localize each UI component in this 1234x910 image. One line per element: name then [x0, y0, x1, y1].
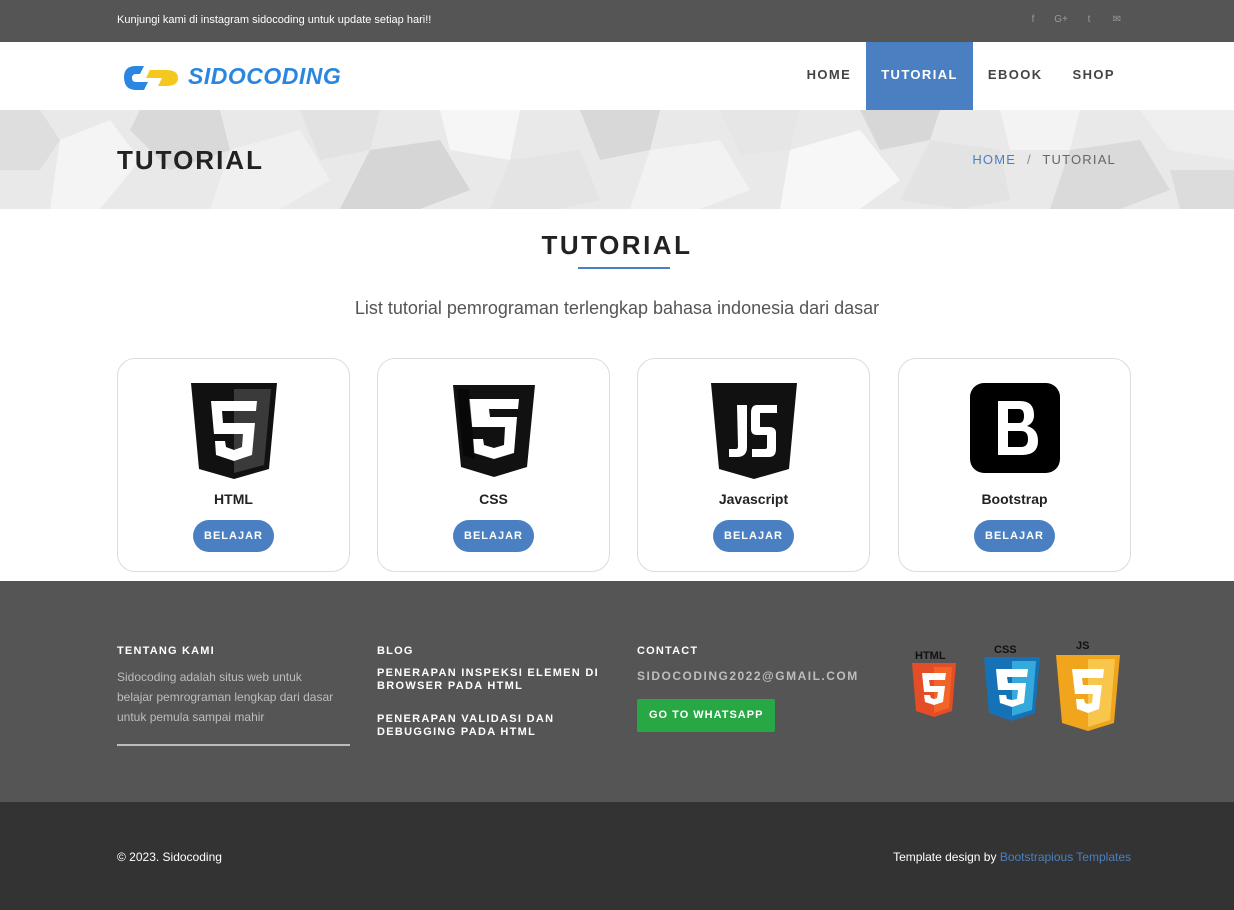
footer-about: TENTANG KAMI Sidocoding adalah situs web… [117, 645, 350, 746]
facebook-icon[interactable]: f [1026, 13, 1040, 27]
nav-shop[interactable]: SHOP [1058, 42, 1130, 110]
section-title: TUTORIAL [541, 230, 693, 260]
breadcrumb-current: TUTORIAL [1042, 152, 1116, 167]
sidocoding-logo-icon [124, 66, 178, 90]
belajar-button[interactable]: BELAJAR [453, 520, 534, 552]
css3-badge-label: CSS [994, 644, 1017, 656]
email-icon[interactable]: ✉ [1110, 13, 1124, 27]
belajar-button[interactable]: BELAJAR [713, 520, 794, 552]
footer-divider [117, 744, 350, 746]
css3-badge-icon: CSS [984, 644, 1040, 721]
footer-blog: BLOG PENERAPAN INSPEKSI ELEMEN DI BROWSE… [377, 645, 607, 739]
css3-icon [452, 385, 535, 477]
card-title: HTML [214, 491, 253, 507]
brand-logo[interactable]: SIDOCODING [122, 60, 341, 92]
page-title: TUTORIAL [117, 145, 264, 175]
html5-badge-label: HTML [915, 650, 946, 662]
navbar: SIDOCODING HOME TUTORIAL EBOOK SHOP [0, 42, 1234, 110]
footer-about-text: Sidocoding adalah situs web untuk belaja… [117, 670, 334, 724]
footer-contact: CONTACT SIDOCODING2022@GMAIL.COM GO TO W… [637, 645, 859, 732]
nav-tutorial[interactable]: TUTORIAL [866, 42, 973, 110]
nav-home[interactable]: HOME [792, 42, 867, 110]
page-header: TUTORIAL HOME / TUTORIAL [0, 110, 1234, 209]
tutorial-card-javascript[interactable]: Javascript BELAJAR [637, 358, 870, 572]
copyright-text: © 2023. Sidocoding [117, 850, 222, 864]
whatsapp-button[interactable]: GO TO WHATSAPP [637, 699, 776, 732]
top-bar: Kunjungi kami di instagram sidocoding un… [0, 0, 1234, 42]
brand-name: SIDOCODING [188, 62, 342, 89]
belajar-button[interactable]: BELAJAR [974, 520, 1055, 552]
blog-post-link[interactable]: PENERAPAN VALIDASI DAN DEBUGGING PADA HT… [377, 713, 607, 739]
credit-prefix: Template design by [893, 850, 1000, 864]
tech-badges: HTML CSS JS [906, 637, 1126, 742]
main-nav: HOME TUTORIAL EBOOK SHOP [792, 42, 1130, 110]
html5-icon [190, 383, 277, 479]
javascript-icon [710, 383, 797, 479]
bootstrap-icon [969, 383, 1060, 473]
js-badge-icon: JS [1056, 640, 1120, 731]
js-badge-label: JS [1076, 640, 1089, 652]
credit-link[interactable]: Bootstrapious Templates [1000, 850, 1131, 864]
google-plus-icon[interactable]: G+ [1054, 13, 1068, 27]
nav-ebook[interactable]: EBOOK [973, 42, 1058, 110]
bottom-bar: © 2023. Sidocoding Template design by Bo… [0, 802, 1234, 910]
tutorial-card-bootstrap[interactable]: Bootstrap BELAJAR [898, 358, 1131, 572]
html5-badge-icon: HTML [912, 650, 956, 717]
blog-post-link[interactable]: PENERAPAN INSPEKSI ELEMEN DI BROWSER PAD… [377, 667, 607, 693]
breadcrumb-separator: / [1026, 152, 1032, 167]
card-title: Bootstrap [981, 491, 1048, 507]
breadcrumb-home[interactable]: HOME [972, 152, 1016, 167]
title-underline [578, 267, 670, 269]
card-title: CSS [479, 491, 508, 507]
footer: TENTANG KAMI Sidocoding adalah situs web… [0, 581, 1234, 802]
contact-email[interactable]: SIDOCODING2022@GMAIL.COM [637, 669, 859, 683]
footer-contact-heading: CONTACT [637, 645, 699, 657]
template-credit: Template design by Bootstrapious Templat… [893, 850, 1131, 864]
breadcrumb: HOME / TUTORIAL [972, 152, 1116, 167]
belajar-button[interactable]: BELAJAR [193, 520, 274, 552]
card-title: Javascript [718, 491, 789, 507]
tutorial-card-html[interactable]: HTML BELAJAR [117, 358, 350, 572]
footer-about-heading: TENTANG KAMI [117, 645, 215, 657]
section-subtitle: List tutorial pemrograman terlengkap bah… [354, 298, 880, 318]
footer-blog-heading: BLOG [377, 645, 414, 657]
twitter-icon[interactable]: t [1082, 13, 1096, 27]
social-links: f G+ t ✉ [1026, 13, 1124, 27]
announcement-text: Kunjungi kami di instagram sidocoding un… [117, 14, 432, 26]
tutorial-card-css[interactable]: CSS BELAJAR [377, 358, 610, 572]
